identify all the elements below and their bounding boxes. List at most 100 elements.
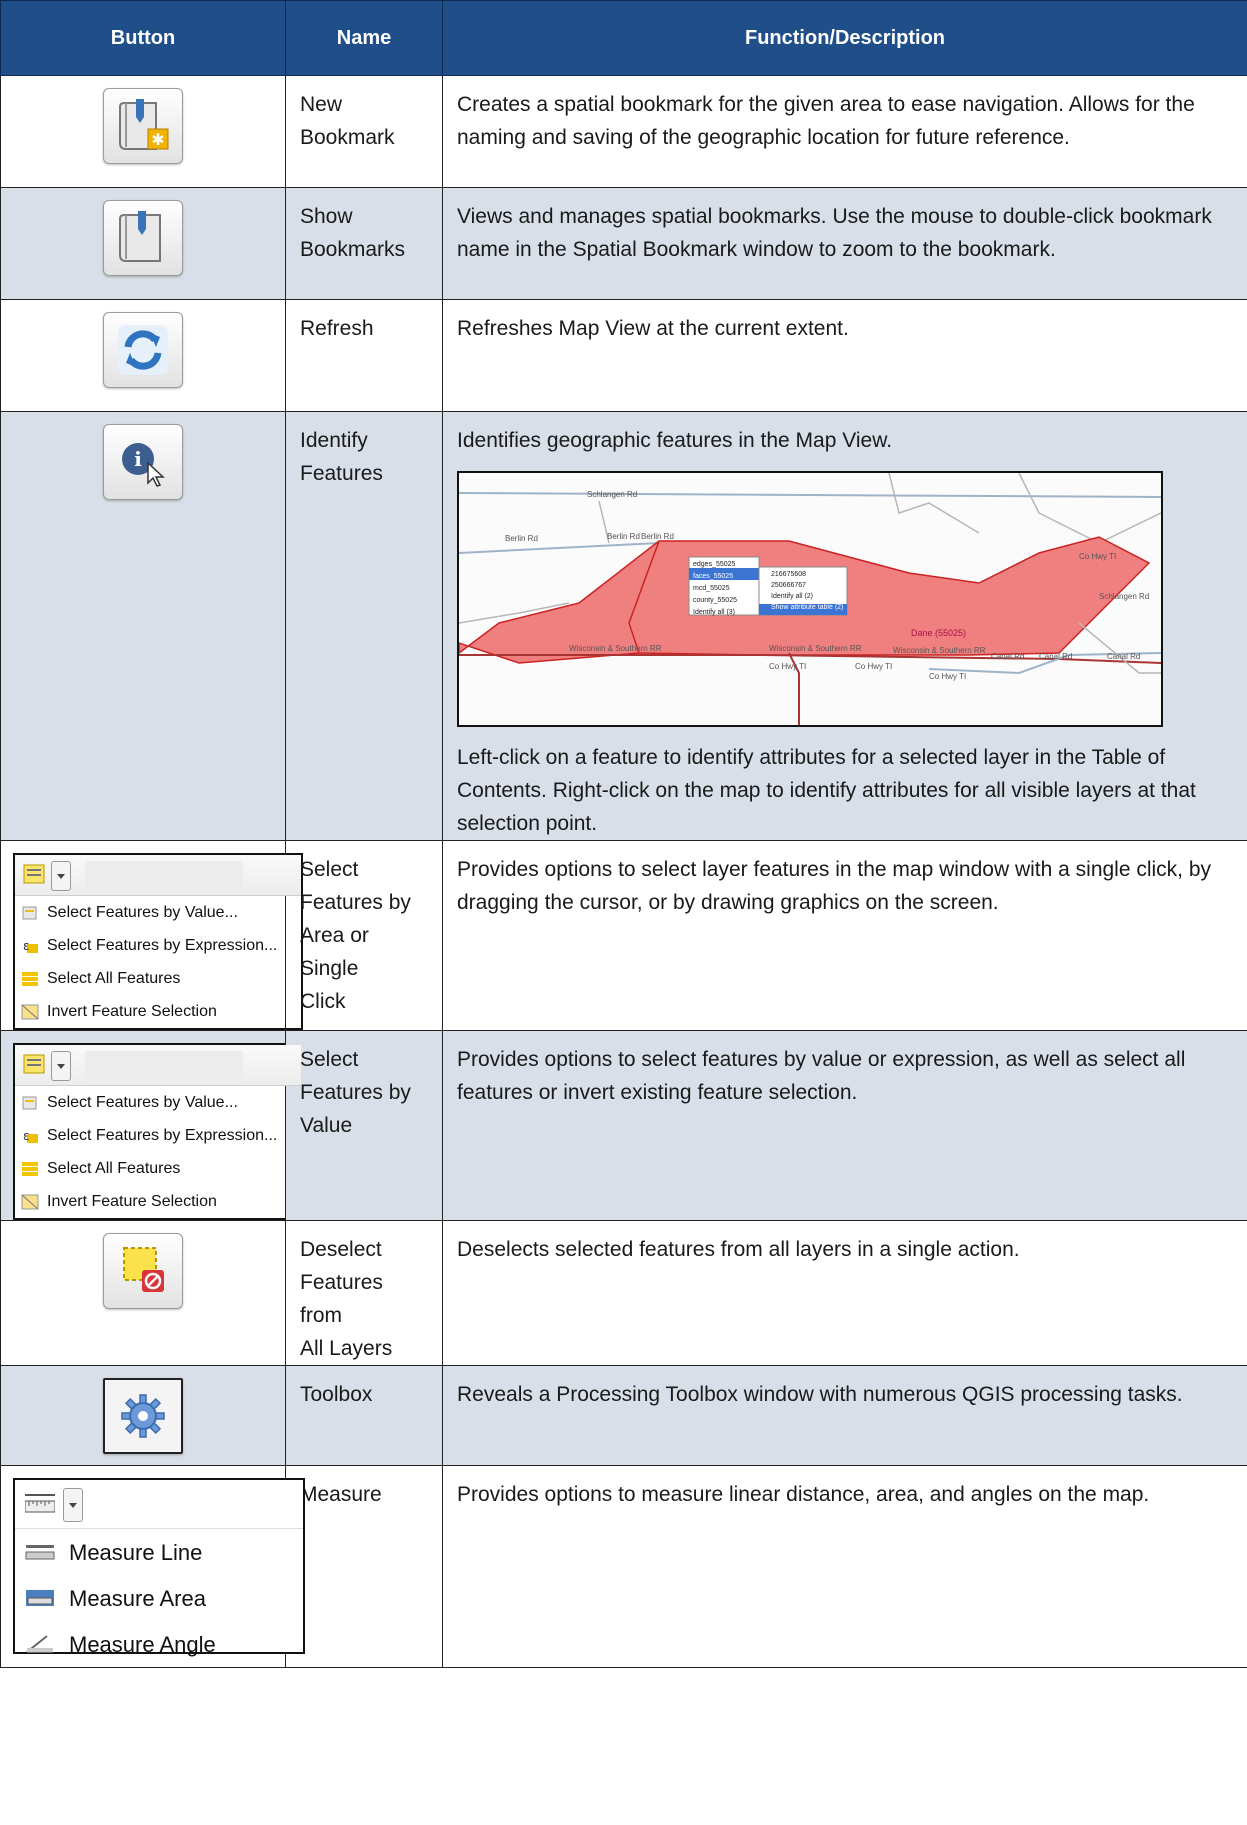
measure-line-icon [25, 1545, 55, 1560]
row-name: Select Features by Value [300, 1048, 411, 1137]
map-road-label: Co Hwy TI [855, 662, 893, 671]
select-features-menu: Select Features by Value... ε Select Feat… [13, 853, 303, 1030]
row-name: Identify Features [300, 429, 383, 485]
popup-layer-item[interactable]: faces_55025 [693, 571, 737, 583]
row-name: Select Features by Area or Single Click [300, 858, 411, 1013]
table-row: Show Bookmarks Views and manages spatial… [0, 187, 1247, 300]
map-road-label: Co Hwy TI [929, 672, 967, 681]
ruler-icon[interactable] [25, 1494, 55, 1514]
menu-item-invert-selection[interactable]: Invert Feature Selection [15, 995, 301, 1028]
button-reference-table: Button Name Function/Description ✱ New B… [0, 0, 1247, 1668]
svg-text:i: i [134, 447, 142, 471]
select-by-value-icon [22, 906, 37, 919]
table-row: i Identify Features Identifies geographi… [0, 411, 1247, 841]
menu-item-select-by-value[interactable]: Select Features by Value... [15, 896, 301, 929]
row-name: New Bookmark [300, 93, 395, 149]
new-bookmark-icon[interactable]: ✱ [103, 88, 183, 164]
dropdown-arrow-icon[interactable] [63, 1488, 83, 1522]
menu-item-measure-line[interactable]: Measure Line [15, 1529, 303, 1575]
map-road-label: Berlin Rd [641, 532, 674, 541]
row-description: Refreshes Map View at the current extent… [457, 317, 849, 340]
invert-selection-icon [21, 1004, 39, 1019]
select-by-expression-icon: ε [23, 1129, 38, 1143]
row-description: Provides options to select layer feature… [457, 858, 1212, 914]
row-description: Views and manages spatial bookmarks. Use… [457, 205, 1212, 261]
header-description: Function/Description [442, 0, 1247, 76]
select-all-icon [22, 971, 38, 986]
measure-angle-icon [26, 1635, 53, 1653]
deselect-icon[interactable] [103, 1233, 183, 1309]
menu-item-select-all[interactable]: Select All Features [15, 962, 301, 995]
row-description: Deselects selected features from all lay… [457, 1238, 1020, 1261]
map-road-label: Wisconsin & Southern RR [893, 646, 986, 655]
popup-layer-item[interactable]: Identify all (3) [693, 607, 737, 619]
map-road-label: Canal Rd [991, 652, 1025, 661]
table-row: Deselect Features from All Layers Desele… [0, 1220, 1247, 1366]
svg-text:ε: ε [23, 939, 30, 953]
identify-submenu: 216675608 250666767 Identify all (2) Sho… [771, 569, 843, 613]
identify-popup-menu: edges_55025 faces_55025 mcd_55025 county… [693, 559, 737, 619]
menu-item-measure-angle[interactable]: Measure Angle [15, 1621, 303, 1667]
submenu-item[interactable]: 216675608 [771, 569, 843, 580]
dropdown-arrow-icon[interactable] [51, 861, 71, 891]
submenu-item[interactable]: 250666767 [771, 580, 843, 591]
invert-selection-icon [21, 1194, 39, 1209]
map-road-label: Wisconsin & Southern RR [769, 644, 862, 653]
select-by-expression-icon: ε [23, 939, 38, 953]
row-description: Provides options to select features by v… [457, 1048, 1186, 1104]
header-name: Name [285, 0, 443, 76]
map-road-label: Canal Rd [1107, 652, 1141, 661]
row-name: Show Bookmarks [300, 205, 406, 261]
map-road-label: Berlin Rd [505, 534, 538, 543]
identify-icon[interactable]: i [103, 424, 183, 500]
header-button: Button [0, 0, 286, 76]
select-features-icon[interactable] [23, 1054, 47, 1076]
menu-item-select-by-expression[interactable]: ε Select Features by Expression... [15, 1119, 301, 1152]
popup-layer-item[interactable]: county_55025 [693, 595, 737, 607]
menu-item-invert-selection[interactable]: Invert Feature Selection [15, 1185, 301, 1218]
measure-area-icon [26, 1590, 54, 1606]
row-name: Toolbox [300, 1383, 373, 1406]
table-header-row: Button Name Function/Description [0, 0, 1247, 76]
row-description: Provides options to measure linear dista… [457, 1483, 1150, 1506]
popup-layer-item[interactable]: mcd_55025 [693, 583, 737, 595]
submenu-item[interactable]: Identify all (2) [771, 591, 843, 602]
show-bookmarks-icon[interactable] [103, 200, 183, 276]
popup-layer-item[interactable]: edges_55025 [693, 559, 737, 571]
map-road-label: Co Hwy TI [769, 662, 807, 671]
menu-item-select-by-value[interactable]: Select Features by Value... [15, 1086, 301, 1119]
map-road-label: Berlin Rd [607, 532, 640, 541]
menu-item-measure-area[interactable]: Measure Area [15, 1575, 303, 1621]
menu-item-select-all[interactable]: Select All Features [15, 1152, 301, 1185]
dropdown-arrow-icon[interactable] [51, 1051, 71, 1081]
select-features-icon[interactable] [23, 864, 47, 886]
map-road-label: Canal Rd [1039, 652, 1073, 661]
svg-text:ε: ε [23, 1129, 30, 1143]
table-row: Select Features by Value... ε Select Feat… [0, 1030, 1247, 1221]
submenu-item[interactable]: Show attribute table (2) [771, 602, 843, 613]
row-name: Refresh [300, 317, 374, 340]
table-row: ✱ New Bookmark Creates a spatial bookmar… [0, 75, 1247, 188]
table-row: Measure Line Measure Area Measure Angle … [0, 1465, 1247, 1668]
table-row: Toolbox Reveals a Processing Toolbox win… [0, 1365, 1247, 1466]
measure-menu: Measure Line Measure Area Measure Angle [13, 1478, 305, 1657]
row-name: Measure [300, 1483, 382, 1506]
svg-text:✱: ✱ [151, 130, 164, 149]
identify-map-screenshot: Schlangen Rd Berlin Rd Berlin Rd Berlin … [457, 471, 1163, 727]
toolbox-gear-icon[interactable] [103, 1378, 183, 1454]
refresh-icon[interactable] [103, 312, 183, 388]
map-road-label: Schlangen Rd [587, 490, 638, 499]
select-by-value-icon [22, 1096, 37, 1109]
row-description: Reveals a Processing Toolbox window with… [457, 1383, 1183, 1406]
row-description: Identifies geographic features in the Ma… [457, 429, 893, 452]
map-road-label: Co Hwy TI [1079, 552, 1117, 561]
map-road-label: Wisconsin & Southern RR [569, 644, 662, 653]
map-area-label: Dane (55025) [911, 628, 967, 638]
table-row: Refresh Refreshes Map View at the curren… [0, 299, 1247, 412]
row-description: Creates a spatial bookmark for the given… [457, 93, 1195, 149]
select-all-icon [22, 1161, 38, 1176]
map-road-label: Schlangen Rd [1099, 592, 1150, 601]
table-row: Select Features by Value... ε Select Feat… [0, 840, 1247, 1031]
menu-item-select-by-expression[interactable]: ε Select Features by Expression... [15, 929, 301, 962]
row-name: Deselect Features from All Layers [300, 1238, 393, 1360]
